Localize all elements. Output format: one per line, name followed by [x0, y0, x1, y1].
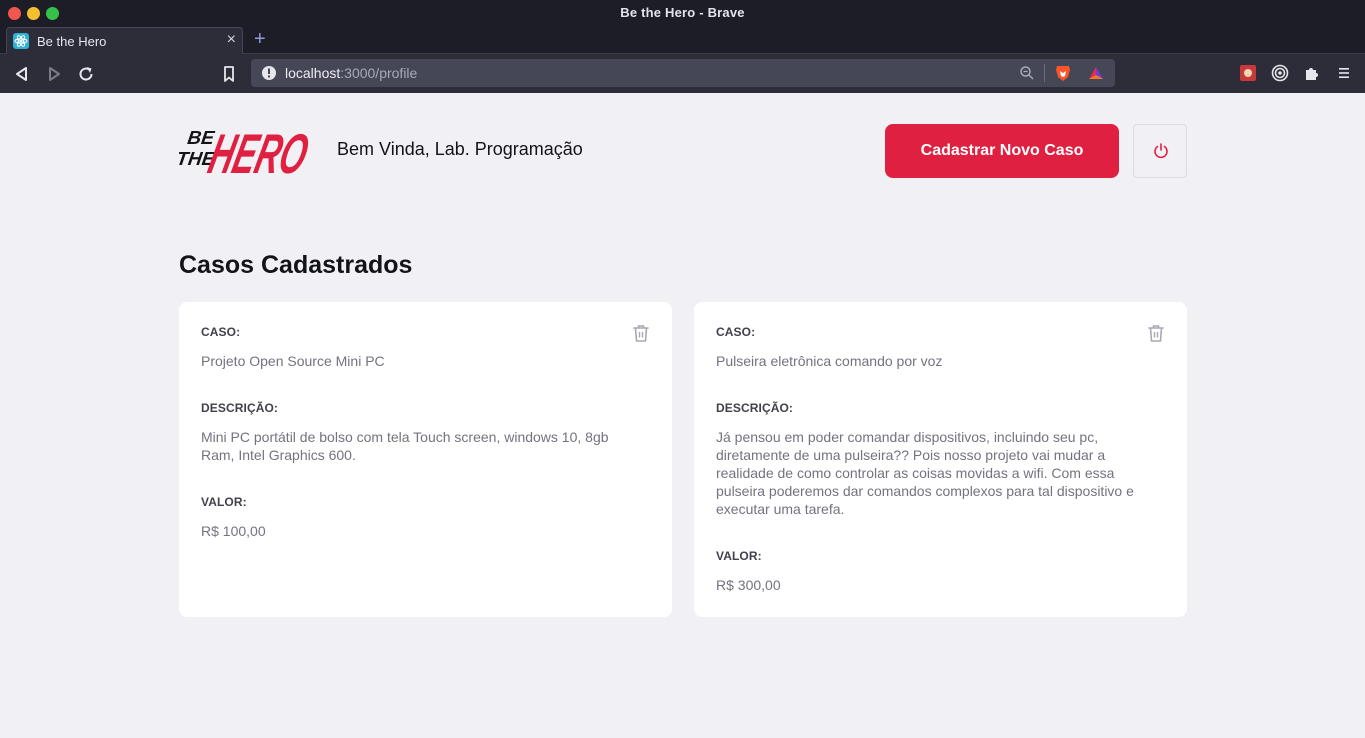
- profile-page: BE THE HERO Bem Vinda, Lab. Programação …: [0, 93, 1365, 738]
- case-description: Mini PC portátil de bolso com tela Touch…: [201, 429, 609, 463]
- reload-icon[interactable]: [76, 64, 96, 84]
- close-tab-icon[interactable]: ×: [227, 31, 236, 49]
- case-label: CASO:: [716, 325, 756, 339]
- value-label: VALOR:: [716, 549, 762, 563]
- logo-text-hero: HERO: [203, 124, 314, 179]
- case-value: R$ 100,00: [201, 523, 266, 539]
- brave-rewards-icon[interactable]: [1088, 65, 1104, 81]
- address-bar[interactable]: localhost:3000/profile: [251, 59, 1115, 87]
- delete-case-button[interactable]: [632, 323, 650, 343]
- window-titlebar: Be the Hero - Brave: [0, 0, 1365, 26]
- forward-icon[interactable]: [44, 64, 64, 84]
- section-title: Casos Cadastrados: [179, 251, 413, 279]
- extensions-puzzle-icon[interactable]: [1303, 64, 1321, 82]
- url-path: :3000/profile: [340, 65, 418, 81]
- tab-title: Be the Hero: [37, 34, 107, 49]
- back-icon[interactable]: [12, 64, 32, 84]
- target-extension-icon[interactable]: [1271, 64, 1289, 82]
- new-tab-button[interactable]: +: [254, 29, 266, 49]
- brave-shields-icon[interactable]: [1055, 64, 1071, 82]
- case-title: Projeto Open Source Mini PC: [201, 353, 385, 369]
- url-host: localhost: [285, 65, 341, 81]
- tab-strip: Be the Hero × +: [0, 26, 1365, 54]
- power-icon: [1154, 143, 1168, 159]
- site-info-icon[interactable]: [261, 65, 277, 81]
- url-separator: [1044, 64, 1045, 82]
- case-value: R$ 300,00: [716, 577, 781, 593]
- description-label: DESCRIÇÃO:: [201, 401, 279, 415]
- case-description: Já pensou em poder comandar dispositivos…: [716, 429, 1134, 517]
- zoom-icon[interactable]: [1019, 65, 1035, 81]
- tab-be-the-hero[interactable]: Be the Hero ×: [6, 27, 243, 54]
- browser-toolbar: localhost:3000/profile: [0, 54, 1365, 93]
- be-the-hero-logo: BE THE HERO: [179, 124, 314, 179]
- welcome-text: Bem Vinda, Lab. Programação: [337, 139, 583, 159]
- incident-card: CASO: Projeto Open Source Mini PC DESCRI…: [179, 302, 672, 617]
- description-label: DESCRIÇÃO:: [716, 401, 794, 415]
- new-case-button[interactable]: Cadastrar Novo Caso: [885, 124, 1119, 178]
- extension-icon[interactable]: [1239, 64, 1257, 82]
- logout-button[interactable]: [1133, 124, 1187, 178]
- window-title: Be the Hero - Brave: [620, 5, 745, 20]
- react-favicon-icon: [13, 33, 29, 49]
- delete-case-button[interactable]: [1147, 323, 1165, 343]
- bookmark-icon[interactable]: [219, 64, 239, 84]
- value-label: VALOR:: [201, 495, 247, 509]
- incident-card: CASO: Pulseira eletrônica comando por vo…: [694, 302, 1187, 617]
- case-label: CASO:: [201, 325, 241, 339]
- url-text[interactable]: localhost:3000/profile: [285, 65, 417, 81]
- case-title: Pulseira eletrônica comando por voz: [716, 353, 943, 369]
- menu-icon[interactable]: [1335, 64, 1353, 82]
